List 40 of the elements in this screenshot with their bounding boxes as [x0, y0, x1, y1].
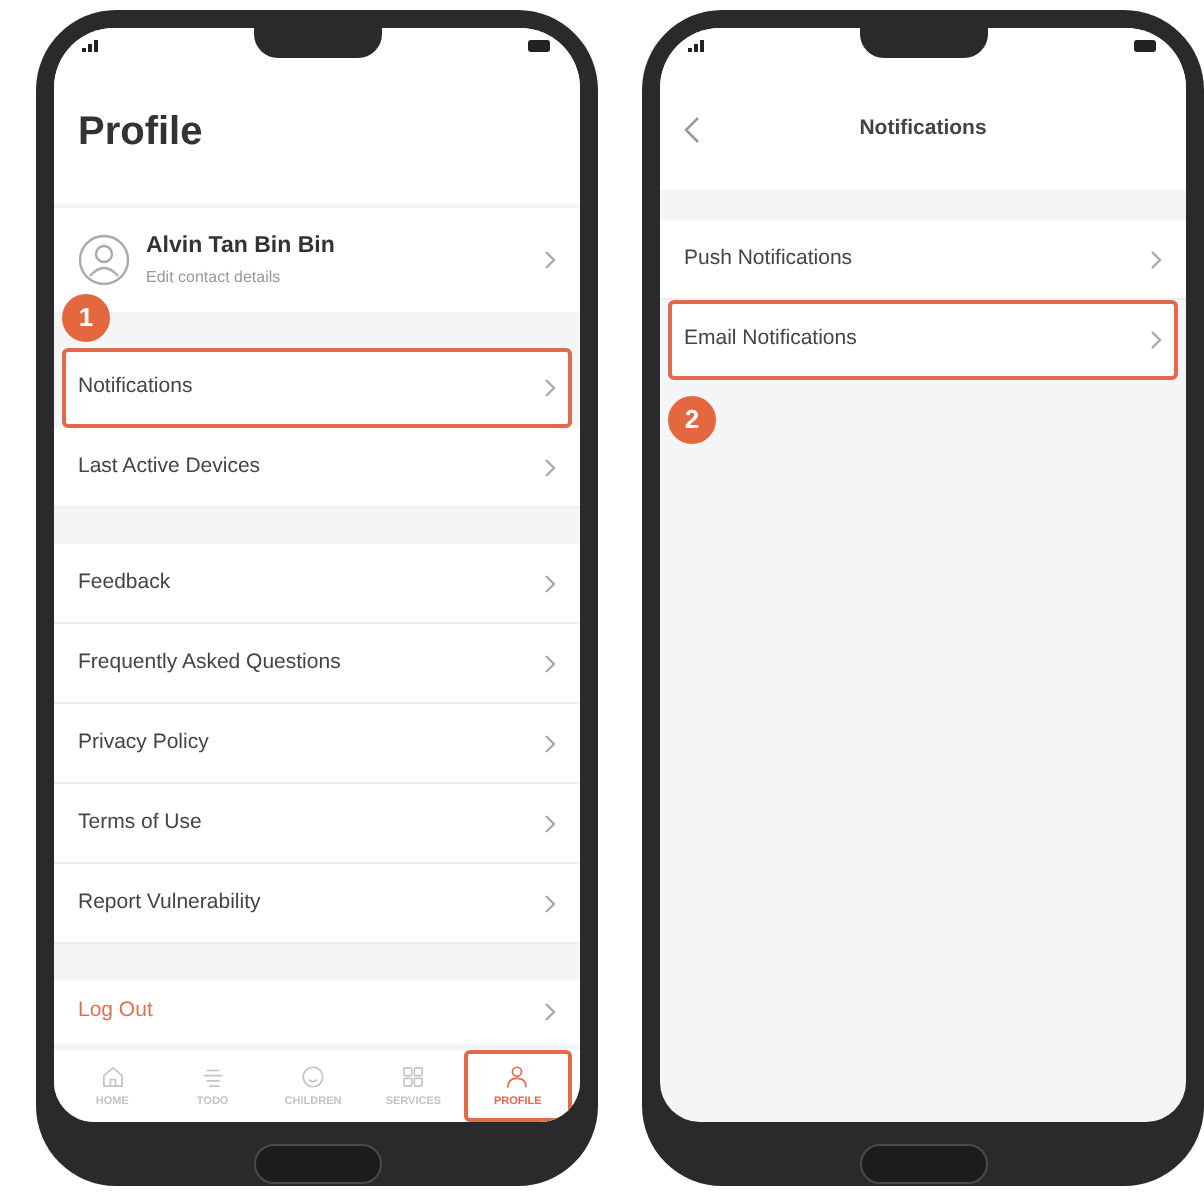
phone-notch	[253, 28, 381, 58]
list-item[interactable]: Feedback	[54, 544, 580, 624]
home-button[interactable]	[859, 1144, 987, 1184]
home-icon	[99, 1063, 126, 1090]
page-title: Profile	[76, 108, 205, 158]
chevron-icon	[1150, 249, 1162, 269]
list-item[interactable]: Report Vulnerability	[54, 864, 580, 944]
chevron-icon	[544, 893, 556, 913]
chevron-icon	[544, 457, 556, 477]
page-title: Notifications	[859, 113, 987, 144]
list-item[interactable]: Privacy Policy	[54, 704, 580, 784]
chevron-icon	[544, 653, 556, 673]
list-item[interactable]: Email Notifications	[668, 300, 1178, 380]
signal-icon	[82, 40, 100, 52]
battery-icon	[528, 40, 552, 52]
profile-subtitle: Edit contact details	[146, 265, 283, 290]
list-item[interactable]: Notifications	[62, 348, 572, 428]
person-icon	[504, 1063, 531, 1090]
smiley-icon	[300, 1063, 326, 1090]
phone-notch	[859, 28, 987, 58]
chevron-icon	[544, 250, 556, 270]
grid-icon	[400, 1063, 427, 1090]
signal-icon	[688, 40, 706, 52]
avatar-icon	[78, 234, 130, 286]
battery-icon	[1134, 40, 1158, 52]
list-item[interactable]: Push Notifications	[660, 220, 1186, 300]
list-item[interactable]: Last Active Devices	[54, 428, 580, 508]
chevron-icon	[544, 813, 556, 833]
step-badge: 1	[62, 294, 110, 342]
back-icon[interactable]	[684, 115, 700, 143]
list-item[interactable]: Terms of Use	[54, 784, 580, 864]
step-badge: 2	[668, 396, 716, 444]
list-item[interactable]: Frequently Asked Questions	[54, 624, 580, 704]
chevron-icon	[544, 733, 556, 753]
chevron-icon	[544, 1002, 556, 1022]
home-button[interactable]	[253, 1144, 381, 1184]
chevron-icon	[544, 573, 556, 593]
chevron-icon	[544, 378, 556, 398]
chevron-icon	[1150, 330, 1162, 350]
profile-name: Alvin Tan Bin Bin	[146, 232, 335, 263]
